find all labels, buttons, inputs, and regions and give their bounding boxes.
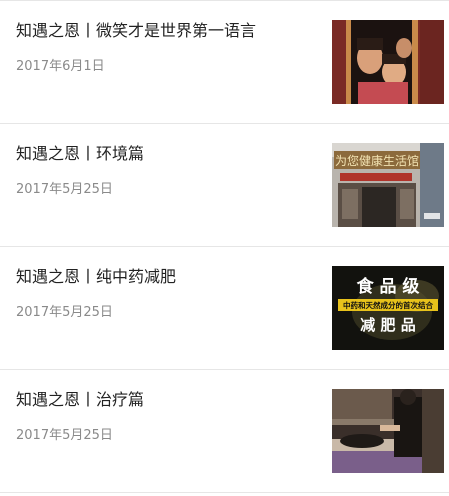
banner-subtitle-text: 中药和天然成分的首次结合: [343, 300, 433, 310]
article-thumbnail[interactable]: [332, 20, 444, 104]
article-date: 2017年5月25日: [16, 428, 113, 443]
article-thumbnail[interactable]: 食 品 级 中药和天然成分的首次结合 减 肥 品: [332, 266, 444, 350]
product-banner-icon: 食 品 级 中药和天然成分的首次结合 减 肥 品: [332, 266, 444, 350]
article-date: 2017年5月25日: [16, 182, 113, 197]
banner-title-text: 食 品 级: [357, 276, 420, 297]
article-thumbnail[interactable]: 为您健康生活馆: [332, 143, 444, 227]
article-list: 知遇之恩丨微笑才是世界第一语言 2017年6月1日 知遇之恩丨环境篇 2017年…: [0, 0, 449, 496]
list-item[interactable]: 知遇之恩丨纯中药减肥 2017年5月25日 食 品 级 中药和天然成分的首次结合…: [0, 246, 449, 368]
article-date: 2017年6月1日: [16, 59, 105, 74]
list-item[interactable]: 知遇之恩丨微笑才是世界第一语言 2017年6月1日: [0, 0, 449, 122]
store-sign-text: 为您健康生活馆: [335, 153, 419, 168]
article-date: 2017年5月25日: [16, 305, 113, 320]
article-title[interactable]: 知遇之恩丨治疗篇: [16, 389, 144, 411]
article-title[interactable]: 知遇之恩丨纯中药减肥: [16, 266, 176, 288]
treatment-photo-icon: [332, 389, 444, 473]
banner-product-text: 减 肥 品: [360, 316, 415, 334]
storefront-photo-icon: 为您健康生活馆: [332, 143, 444, 227]
divider: [0, 492, 449, 493]
list-item[interactable]: 知遇之恩丨治疗篇 2017年5月25日: [0, 369, 449, 491]
children-smiling-photo-icon: [332, 20, 444, 104]
list-item[interactable]: 知遇之恩丨环境篇 2017年5月25日 为您健康生活馆: [0, 123, 449, 245]
article-thumbnail[interactable]: [332, 389, 444, 473]
article-title[interactable]: 知遇之恩丨环境篇: [16, 143, 144, 165]
article-title[interactable]: 知遇之恩丨微笑才是世界第一语言: [16, 20, 256, 42]
